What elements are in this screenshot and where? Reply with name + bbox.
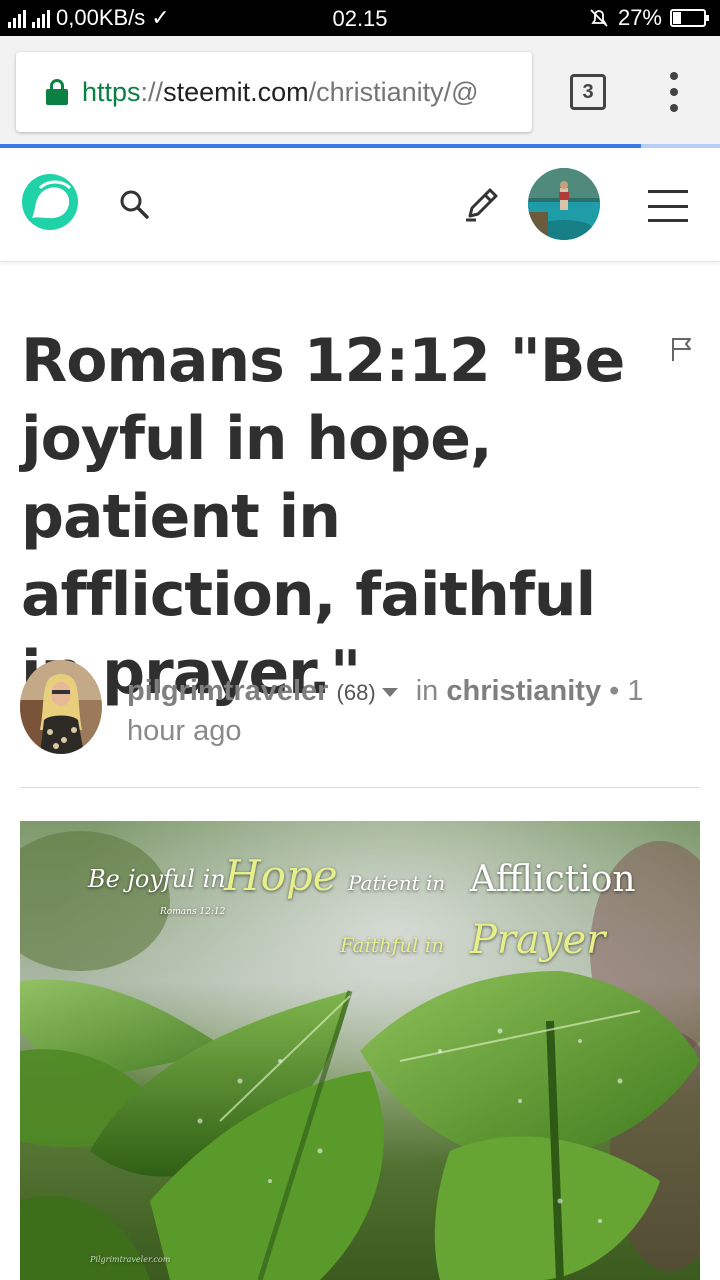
url-text[interactable]: https://steemit.com/christianity/@ [82,77,479,108]
author-link[interactable]: pilgrimtraveler [127,675,328,707]
mute-bell-icon [590,9,608,27]
overflow-menu-icon[interactable] [662,72,686,112]
browser-toolbar: https://steemit.com/christianity/@ 3 [0,36,720,148]
category-link[interactable]: christianity [446,675,601,707]
url-separator: :// [140,76,164,107]
battery-percent: 27% [617,5,662,30]
divider [20,787,700,788]
address-bar[interactable]: https://steemit.com/christianity/@ [16,52,532,132]
url-scheme: https [82,76,141,107]
author-dropdown-icon[interactable] [381,687,398,697]
pen-icon[interactable] [462,184,502,224]
overlay-faithful-in: Faithful in [340,933,445,957]
tab-switcher-button[interactable]: 3 [570,74,606,110]
in-label: in [415,675,439,707]
post-image[interactable]: Be joyful in Hope Patient in Affliction … [20,821,700,1280]
author-avatar[interactable] [20,660,102,754]
overlay-reference: Romans 12:12 [160,907,226,917]
url-path: /christianity/@ [308,76,479,107]
post-meta: pilgrimtraveler (68) in christianity • 1… [127,672,687,750]
overlay-watermark: Pilgrimtraveler.com [90,1255,171,1264]
overlay-hope: Hope [224,851,338,900]
search-icon[interactable] [118,188,150,220]
lock-icon[interactable] [46,79,68,105]
flag-icon[interactable] [670,336,694,362]
status-bar: 0,00KB/s ✓ 02.15 27% [0,0,720,36]
author-reputation: (68) [336,680,376,705]
author-row: pilgrimtraveler (68) in christianity • 1… [20,660,700,760]
overlay-affliction: Affliction [470,859,636,900]
overlay-be-joyful-in: Be joyful in [88,865,226,893]
hamburger-menu-icon[interactable] [648,190,688,222]
user-avatar[interactable] [528,168,600,240]
steemit-logo-icon[interactable] [18,170,82,234]
meta-separator: • [609,675,620,707]
overlay-prayer: Prayer [470,917,606,963]
post-title: Romans 12:12 "Be joyful in hope, patient… [21,326,625,708]
status-right: 27% [588,5,709,31]
battery-icon [670,9,709,27]
site-header [0,148,720,262]
overlay-patient-in: Patient in [348,871,446,895]
url-host: steemit.com [163,76,309,107]
battery-level [673,12,682,24]
